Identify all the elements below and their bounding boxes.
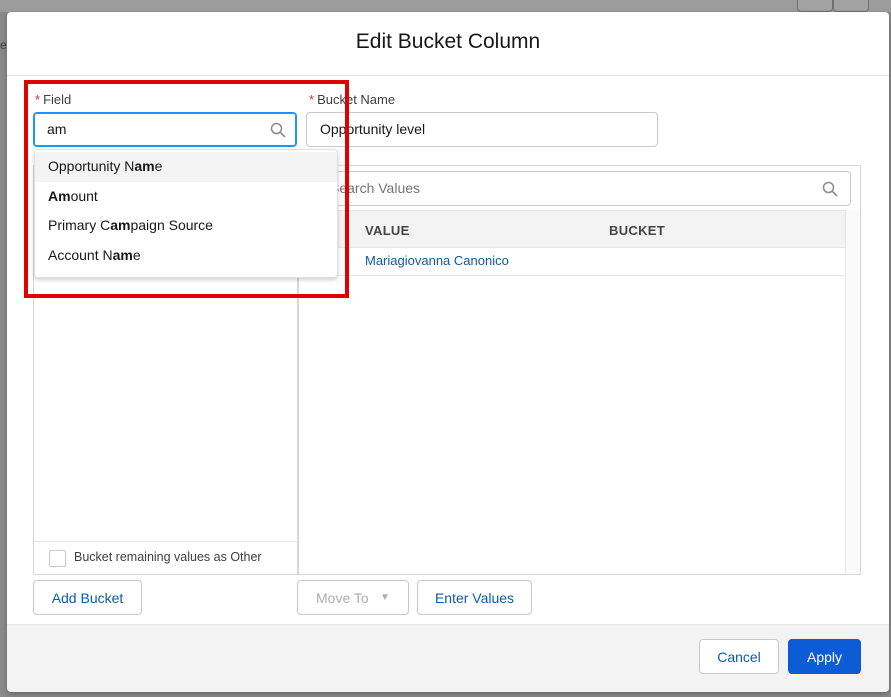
cancel-button[interactable]: Cancel <box>699 639 779 674</box>
field-input-value: am <box>47 121 67 137</box>
enter-values-button[interactable]: Enter Values <box>417 580 532 615</box>
background-button <box>833 0 869 12</box>
required-asterisk: * <box>35 92 41 107</box>
suggestion-amount[interactable]: Amount <box>35 182 337 212</box>
search-values-placeholder: Search Values <box>330 180 421 196</box>
modal-title: Edit Bucket Column <box>355 30 541 53</box>
bucket-name-value: Opportunity level <box>320 121 426 137</box>
bucket-name-input[interactable]: Opportunity level <box>306 112 658 147</box>
bucket-remaining-row: Bucket remaining values as Other <box>34 541 297 574</box>
values-table-header: VALUE BUCKET <box>299 210 845 248</box>
modal-header: Edit Bucket Column <box>7 12 889 76</box>
row-value-link[interactable]: Mariagiovanna Canonico <box>365 253 509 268</box>
values-panel: Search Values VALUE BUCKET Mariagiovanna… <box>298 165 861 575</box>
apply-button[interactable]: Apply <box>788 639 861 674</box>
modal-footer: Cancel Apply <box>7 624 889 692</box>
scrollbar[interactable] <box>845 210 860 574</box>
add-bucket-button[interactable]: Add Bucket <box>33 580 142 615</box>
bucket-remaining-checkbox[interactable] <box>49 550 66 567</box>
column-header-bucket: BUCKET <box>609 223 665 238</box>
bucket-remaining-label: Bucket remaining values as Other <box>74 550 262 564</box>
suggestion-primary-campaign-source[interactable]: Primary Campaign Source <box>35 211 337 241</box>
move-to-label: Move To <box>316 590 369 606</box>
bucket-name-label: * Bucket Name <box>309 92 396 107</box>
required-asterisk: * <box>309 92 315 107</box>
search-icon <box>822 181 838 197</box>
suggestion-account-name[interactable]: Account Name <box>35 241 337 271</box>
chevron-down-icon: ▼ <box>380 592 390 603</box>
table-row[interactable]: Mariagiovanna Canonico <box>299 247 845 276</box>
field-search-input[interactable]: am <box>33 112 297 147</box>
column-header-value: VALUE <box>365 223 410 238</box>
suggestion-opportunity-name[interactable]: Opportunity Name <box>35 152 337 182</box>
search-icon <box>270 122 286 138</box>
field-suggestions-dropdown: Opportunity Name Amount Primary Campaign… <box>34 149 338 278</box>
search-values-input[interactable]: Search Values <box>311 171 851 206</box>
edit-bucket-column-modal: Edit Bucket Column * Field am * Bucket Nam… <box>7 12 889 692</box>
field-label: * Field <box>35 92 72 107</box>
background-page-strip <box>0 0 891 12</box>
move-to-button[interactable]: Move To ▼ <box>297 580 409 615</box>
background-button <box>797 0 833 12</box>
background-fragment: e <box>0 38 7 52</box>
